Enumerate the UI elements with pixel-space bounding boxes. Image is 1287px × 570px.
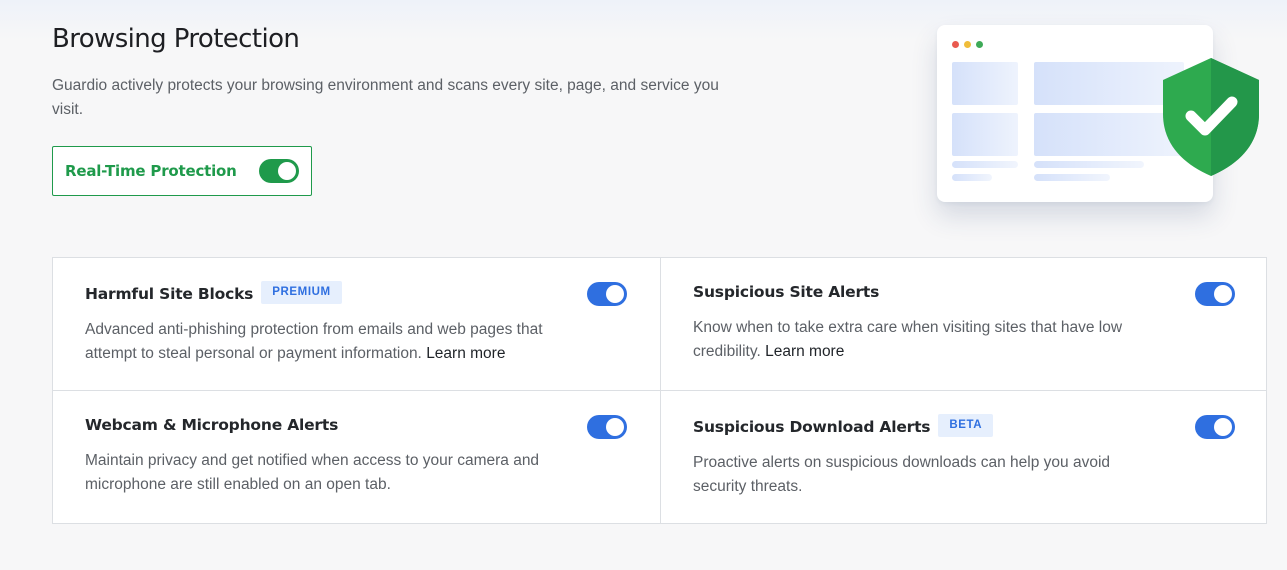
placeholder-line: [952, 161, 1018, 168]
feature-description: Know when to take extra care when visiti…: [693, 316, 1163, 364]
placeholder-block: [952, 62, 1018, 105]
webcam-microphone-alerts-toggle[interactable]: [587, 415, 627, 439]
real-time-protection-toggle[interactable]: [259, 159, 299, 183]
premium-badge: PREMIUM: [261, 281, 342, 304]
toggle-knob: [278, 162, 296, 180]
real-time-protection-label: Real-Time Protection: [65, 162, 237, 180]
shield-check-icon: [1163, 58, 1259, 176]
window-dot-green: [976, 41, 983, 48]
feature-webcam-microphone-alerts: Webcam & Microphone Alerts Maintain priv…: [53, 391, 660, 523]
window-dot-red: [952, 41, 959, 48]
feature-suspicious-site-alerts: Suspicious Site Alerts Know when to take…: [661, 258, 1268, 390]
feature-description-text: Know when to take extra care when visiti…: [693, 319, 1123, 360]
placeholder-line: [952, 174, 992, 181]
feature-title-row: Suspicious Download Alerts BETA: [693, 414, 994, 439]
page-description: Guardio actively protects your browsing …: [52, 77, 719, 118]
feature-description: Maintain privacy and get notified when a…: [85, 452, 540, 493]
learn-more-link[interactable]: Learn more: [765, 343, 844, 360]
feature-title: Suspicious Download Alerts: [693, 418, 931, 436]
feature-title: Suspicious Site Alerts: [693, 283, 880, 301]
suspicious-site-alerts-toggle[interactable]: [1195, 282, 1235, 306]
placeholder-line: [1034, 161, 1144, 168]
feature-title-row: Harmful Site Blocks PREMIUM: [85, 281, 342, 306]
feature-description: Proactive alerts on suspicious downloads…: [693, 454, 1111, 495]
features-grid: Harmful Site Blocks PREMIUM Advanced anti…: [52, 257, 1267, 524]
toggle-knob: [1214, 285, 1232, 303]
suspicious-download-alerts-toggle[interactable]: [1195, 415, 1235, 439]
beta-badge: BETA: [938, 414, 994, 437]
toggle-knob: [606, 418, 624, 436]
real-time-protection-panel: Real-Time Protection: [52, 146, 312, 196]
feature-title: Harmful Site Blocks: [85, 285, 254, 303]
feature-suspicious-download-alerts: Suspicious Download Alerts BETA Proactive…: [661, 391, 1268, 523]
feature-title: Webcam & Microphone Alerts: [85, 416, 339, 434]
toggle-knob: [1214, 418, 1232, 436]
placeholder-block: [952, 113, 1018, 156]
feature-harmful-site-blocks: Harmful Site Blocks PREMIUM Advanced anti…: [53, 258, 660, 390]
page-title: Browsing Protection: [52, 24, 300, 54]
window-dot-yellow: [964, 41, 971, 48]
learn-more-link[interactable]: Learn more: [426, 345, 505, 362]
feature-description: Advanced anti-phishing protection from e…: [85, 318, 585, 366]
placeholder-line: [1034, 174, 1110, 181]
toggle-knob: [606, 285, 624, 303]
harmful-site-blocks-toggle[interactable]: [587, 282, 627, 306]
